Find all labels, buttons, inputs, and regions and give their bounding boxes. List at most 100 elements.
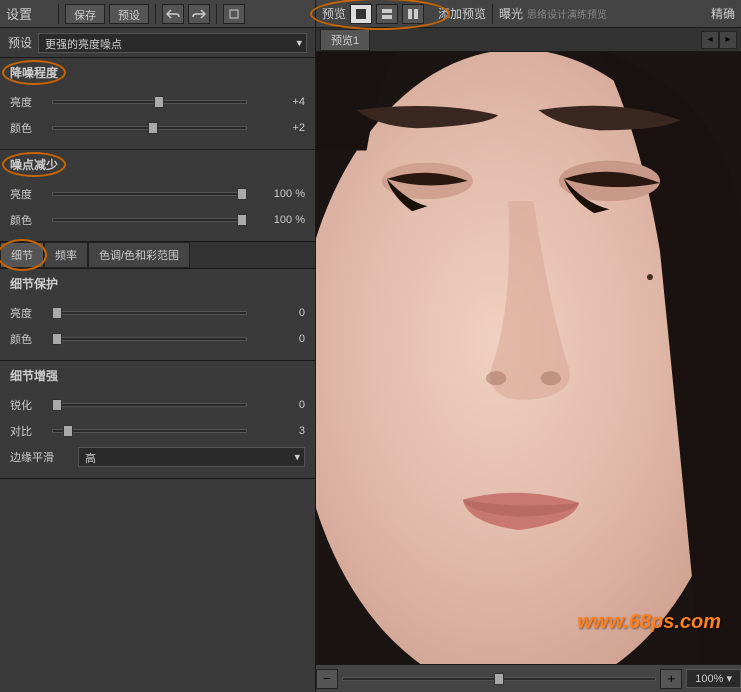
- view-split-h-button[interactable]: [376, 4, 398, 24]
- nr-brightness-label: 亮度: [10, 186, 44, 202]
- slider-thumb[interactable]: [154, 96, 164, 108]
- add-preview-label[interactable]: 添加预览: [438, 5, 486, 22]
- chevron-down-icon: ▾: [296, 36, 302, 49]
- exposure-label: 曝光: [499, 5, 523, 22]
- edge-smooth-value: 高: [85, 453, 96, 465]
- slider-thumb[interactable]: [52, 307, 62, 319]
- view-split-v-button[interactable]: [402, 4, 424, 24]
- separator: [492, 4, 493, 24]
- slider-thumb[interactable]: [52, 333, 62, 345]
- sharpen-slider[interactable]: [52, 403, 247, 407]
- noise-reduction-title: 噪点减少: [10, 156, 58, 173]
- dp-brightness-slider[interactable]: [52, 311, 247, 315]
- preview-panel: 预览 添加预览 曝光 思络设计演练预览 精确 预览1 ◂ ▸: [316, 0, 741, 692]
- preview-tab-1[interactable]: 预览1: [320, 29, 370, 51]
- undo-button[interactable]: [162, 4, 184, 24]
- preview-label: 预览: [322, 5, 346, 22]
- misc-text: 思络设计演练预览: [527, 6, 607, 21]
- detail-tabs: 细节 频率 色调/色和彩范围: [0, 242, 315, 269]
- contrast-row: 对比 3: [10, 420, 305, 442]
- split-h-icon: [381, 8, 393, 20]
- noise-reduction-section: 噪点减少 亮度 100 % 颜色 100 %: [0, 150, 315, 242]
- settings-panel: 设置 保存 预设 预设 更强的亮度噪点 ▾ 降噪程度 亮度 +4: [0, 0, 316, 692]
- sharpen-row: 锐化 0: [10, 394, 305, 416]
- preset-label: 预设: [8, 34, 32, 51]
- separator: [216, 4, 217, 24]
- edge-smooth-dropdown[interactable]: 高 ▾: [78, 447, 305, 467]
- slider-thumb[interactable]: [148, 122, 158, 134]
- chevron-down-icon: ▾: [726, 673, 732, 685]
- slider-thumb[interactable]: [63, 425, 73, 437]
- color-value: +2: [255, 122, 305, 134]
- preset-bar: 预设 更强的亮度噪点 ▾: [0, 28, 315, 58]
- redo-button[interactable]: [188, 4, 210, 24]
- nr-brightness-value: 100 %: [255, 188, 305, 200]
- tab-next-button[interactable]: ▸: [719, 31, 737, 49]
- slider-thumb[interactable]: [52, 399, 62, 411]
- dp-color-label: 颜色: [10, 331, 44, 347]
- dp-brightness-value: 0: [255, 307, 305, 319]
- nr-brightness-row: 亮度 100 %: [10, 183, 305, 205]
- color-slider[interactable]: [52, 126, 247, 130]
- command-button[interactable]: [223, 4, 245, 24]
- nr-color-slider[interactable]: [52, 218, 247, 222]
- preview-viewport[interactable]: www.68ps.com: [316, 52, 741, 664]
- tab-detail[interactable]: 细节: [0, 242, 44, 268]
- app-root: 设置 保存 预设 预设 更强的亮度噪点 ▾ 降噪程度 亮度 +4: [0, 0, 741, 692]
- zoom-out-button[interactable]: −: [316, 669, 338, 689]
- contrast-slider[interactable]: [52, 429, 247, 433]
- settings-title: 设置: [6, 4, 32, 23]
- dp-color-slider[interactable]: [52, 337, 247, 341]
- nr-color-row: 颜色 100 %: [10, 209, 305, 231]
- zoom-value[interactable]: 100% ▾: [686, 669, 741, 688]
- undo-icon: [166, 8, 180, 20]
- zoom-bar: − + 100% ▾: [316, 664, 741, 692]
- separator: [58, 4, 59, 24]
- brightness-slider-row: 亮度 +4: [10, 91, 305, 113]
- color-label: 颜色: [10, 120, 44, 136]
- tab-color-range[interactable]: 色调/色和彩范围: [88, 242, 190, 268]
- separator: [155, 4, 156, 24]
- split-v-icon: [407, 8, 419, 20]
- command-icon: [228, 8, 240, 20]
- contrast-value: 3: [255, 425, 305, 437]
- preset-dropdown[interactable]: 更强的亮度噪点 ▾: [38, 33, 307, 53]
- tab-prev-button[interactable]: ◂: [701, 31, 719, 49]
- left-toolbar: 设置 保存 预设: [0, 0, 315, 28]
- watermark-text: www.68ps.com: [577, 611, 721, 634]
- slider-thumb[interactable]: [237, 188, 247, 200]
- preset-button[interactable]: 预设: [109, 4, 149, 24]
- view-single-button[interactable]: [350, 4, 372, 24]
- edge-smooth-row: 边缘平滑 高 ▾: [10, 446, 305, 468]
- nr-brightness-slider[interactable]: [52, 192, 247, 196]
- dp-color-value: 0: [255, 333, 305, 345]
- brightness-slider[interactable]: [52, 100, 247, 104]
- slider-thumb[interactable]: [494, 673, 504, 685]
- sharpen-label: 锐化: [10, 397, 44, 413]
- square-icon: [355, 8, 367, 20]
- save-button[interactable]: 保存: [65, 4, 105, 24]
- contrast-label: 对比: [10, 423, 44, 439]
- noise-degree-title: 降噪程度: [10, 64, 58, 81]
- redo-icon: [192, 8, 206, 20]
- preview-image: [316, 52, 741, 664]
- tab-frequency[interactable]: 频率: [44, 242, 88, 268]
- edge-smooth-label: 边缘平滑: [10, 449, 70, 465]
- zoom-in-button[interactable]: +: [660, 669, 682, 689]
- slider-thumb[interactable]: [237, 214, 247, 226]
- brightness-label: 亮度: [10, 94, 44, 110]
- noise-degree-section: 降噪程度 亮度 +4 颜色 +2: [0, 58, 315, 150]
- sharpen-value: 0: [255, 399, 305, 411]
- tab-nav: ◂ ▸: [701, 31, 737, 49]
- accurate-label[interactable]: 精确: [711, 5, 735, 22]
- detail-protect-title: 细节保护: [10, 275, 58, 292]
- nr-color-label: 颜色: [10, 212, 44, 228]
- zoom-slider[interactable]: [342, 677, 656, 681]
- preview-toolbar: 预览 添加预览 曝光 思络设计演练预览 精确: [316, 0, 741, 28]
- preview-tabs-bar: 预览1 ◂ ▸: [316, 28, 741, 52]
- dp-brightness-label: 亮度: [10, 305, 44, 321]
- brightness-value: +4: [255, 96, 305, 108]
- detail-enhance-section: 细节增强 锐化 0 对比 3 边缘平滑 高 ▾: [0, 361, 315, 479]
- dp-color-row: 颜色 0: [10, 328, 305, 350]
- detail-enhance-title: 细节增强: [10, 367, 58, 384]
